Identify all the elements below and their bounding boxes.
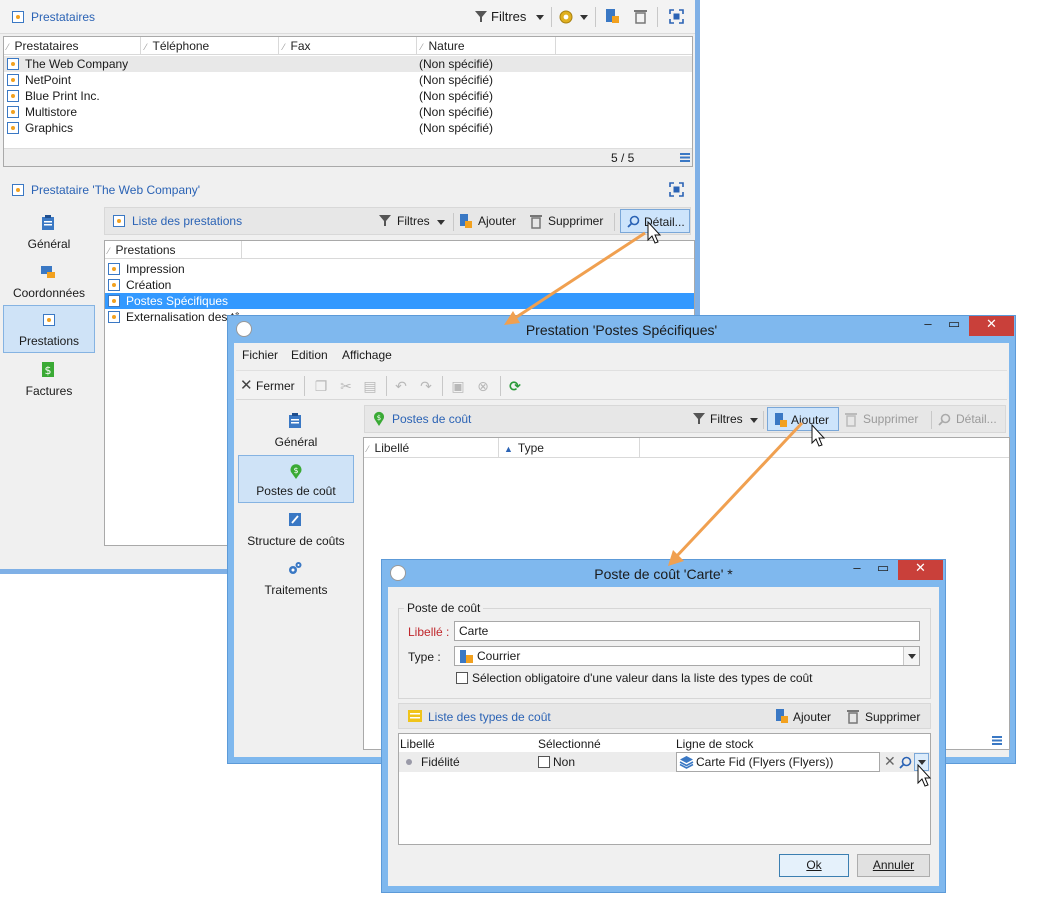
mouse-cursor: [917, 763, 932, 787]
arrow-detail-to-dialog: [504, 231, 646, 325]
arrow-add-to-dialog: [668, 421, 804, 566]
mouse-cursor: [647, 220, 662, 244]
annotation-arrows: [504, 220, 932, 787]
mouse-cursor: [811, 423, 826, 447]
